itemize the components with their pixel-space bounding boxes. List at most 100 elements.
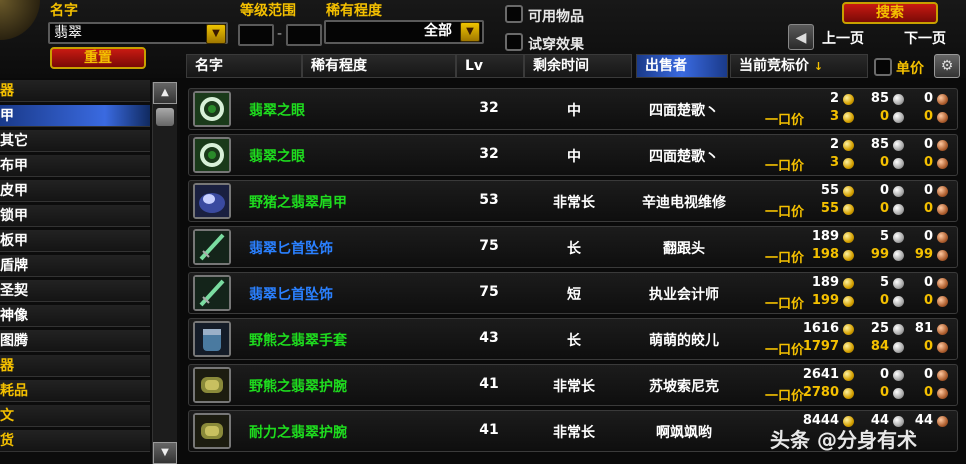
sidebar-item[interactable]: 器 [0, 80, 150, 102]
bid-amount: 189 [811, 229, 839, 244]
column-rarity[interactable]: 稀有程度 [302, 54, 456, 78]
sidebar-item[interactable]: 货 [0, 430, 150, 452]
item-seller: 萌萌的皎儿 [649, 333, 719, 349]
sidebar-item[interactable]: 皮甲 [0, 180, 150, 202]
column-lv[interactable]: Lv [456, 54, 524, 78]
buyout-amount: 0 [923, 339, 933, 354]
item-name: 野熊之翡翠护腕 [249, 379, 347, 395]
column-seller[interactable]: 出售者 [636, 54, 728, 78]
shoulder-icon[interactable] [193, 183, 231, 219]
next-page-label[interactable]: 下一页 [904, 28, 946, 48]
gold-coin-icon [843, 296, 854, 307]
copper-coin-icon [937, 416, 948, 427]
sidebar-item[interactable]: 锁甲 [0, 205, 150, 227]
gauntlet-icon[interactable] [193, 321, 231, 357]
table-row[interactable]: 翡翠匕首坠饰 75 短 执业会计师 189 5 0 199 0 0 一口价 [188, 272, 958, 314]
item-time-left: 非常长 [553, 425, 595, 441]
buyout-amount: 0 [879, 201, 889, 216]
unit-price-checkbox[interactable] [874, 58, 892, 76]
ring-icon[interactable] [193, 91, 231, 127]
table-row[interactable]: 翡翠之眼 32 中 四面楚歌丶 2 85 0 3 0 0 一口价 [188, 134, 958, 176]
prev-page-label[interactable]: 上一页 [822, 28, 864, 48]
silver-coin-icon [893, 278, 904, 289]
item-time-left: 中 [567, 149, 581, 165]
table-row[interactable]: 翡翠匕首坠饰 75 长 翻跟头 189 5 0 198 99 99 一口价 [188, 226, 958, 268]
sidebar-item[interactable]: 盾牌 [0, 255, 150, 277]
bracer-icon[interactable] [193, 413, 231, 449]
item-seller: 苏坡索尼克 [649, 379, 719, 395]
item-name: 翡翠之眼 [249, 149, 305, 165]
table-row[interactable]: 野猪之翡翠肩甲 53 非常长 辛迪电视维修 55 0 0 55 0 0 一口价 [188, 180, 958, 222]
prev-page-icon[interactable]: ◀ [788, 24, 814, 50]
name-dropdown-icon[interactable]: ▼ [206, 24, 226, 44]
column-time[interactable]: 剩余时间 [524, 54, 632, 78]
bid-amount: 0 [879, 367, 889, 382]
scroll-thumb[interactable] [156, 108, 174, 126]
watermark: 头条 @分身有术 [770, 428, 917, 452]
ring-icon[interactable] [193, 137, 231, 173]
bid-amount: 0 [923, 275, 933, 290]
table-row[interactable]: 翡翠之眼 32 中 四面楚歌丶 2 85 0 3 0 0 一口价 [188, 88, 958, 130]
sidebar-item[interactable]: 甲 [0, 105, 150, 127]
bid-amount: 0 [923, 367, 933, 382]
buyout-amount: 198 [811, 247, 839, 262]
buyout-label: 一口价 [765, 251, 805, 266]
table-row[interactable]: 野熊之翡翠护腕 41 非常长 苏坡索尼克 2641 0 0 2780 0 0 一口价 [188, 364, 958, 406]
copper-coin-icon [937, 388, 948, 399]
sidebar-item[interactable]: 其它 [0, 130, 150, 152]
gold-coin-icon [843, 388, 854, 399]
buyout-label: 一口价 [765, 113, 805, 128]
rarity-dropdown-icon[interactable]: ▼ [460, 22, 480, 42]
buyout-amount: 2780 [802, 385, 839, 400]
sidebar-item[interactable]: 文 [0, 405, 150, 427]
bracer-icon[interactable] [193, 367, 231, 403]
sidebar-item[interactable]: 耗品 [0, 380, 150, 402]
scroll-up-icon[interactable]: ▲ [153, 82, 177, 104]
buyout-amount: 84 [870, 339, 889, 354]
usable-checkbox[interactable] [505, 5, 523, 23]
dagger-icon[interactable] [193, 229, 231, 265]
bid-amount: 189 [811, 275, 839, 290]
silver-coin-icon [893, 324, 904, 335]
bid-amount: 85 [870, 91, 889, 106]
column-bid[interactable]: 当前竞标价 ↓ [730, 54, 868, 78]
bid-amount: 0 [923, 137, 933, 152]
item-seller: 四面楚歌丶 [649, 149, 719, 165]
sidebar-scrollbar[interactable]: ▲ ▼ [152, 82, 177, 464]
gold-coin-icon [843, 278, 854, 289]
bid-amount: 0 [923, 91, 933, 106]
sidebar-item[interactable]: 布甲 [0, 155, 150, 177]
buyout-amount: 1797 [802, 339, 839, 354]
tryon-checkbox[interactable] [505, 33, 523, 51]
level-min-input[interactable] [238, 24, 274, 46]
gold-coin-icon [843, 250, 854, 261]
copper-coin-icon [937, 296, 948, 307]
reset-button[interactable]: 重置 [50, 47, 146, 69]
item-seller: 执业会计师 [649, 287, 719, 303]
copper-coin-icon [937, 112, 948, 123]
scroll-down-icon[interactable]: ▼ [153, 442, 177, 464]
sidebar-item[interactable]: 器 [0, 355, 150, 377]
sidebar-item[interactable]: 神像 [0, 305, 150, 327]
level-max-input[interactable] [286, 24, 322, 46]
table-row[interactable]: 野熊之翡翠手套 43 长 萌萌的皎儿 1616 25 81 1797 84 0 一口价 [188, 318, 958, 360]
buyout-amount: 199 [811, 293, 839, 308]
item-time-left: 短 [567, 287, 581, 303]
item-level: 32 [479, 146, 499, 162]
dagger-icon[interactable] [193, 275, 231, 311]
sidebar-item[interactable]: 圣契 [0, 280, 150, 302]
search-button[interactable]: 搜索 [842, 2, 938, 24]
sidebar-item[interactable]: 板甲 [0, 230, 150, 252]
buyout-amount: 0 [879, 385, 889, 400]
copper-coin-icon [937, 342, 948, 353]
sidebar-item[interactable]: 图腾 [0, 330, 150, 352]
silver-coin-icon [893, 186, 904, 197]
gear-icon[interactable]: ⚙ [934, 54, 960, 78]
column-name[interactable]: 名字 [186, 54, 302, 78]
buyout-amount: 0 [879, 155, 889, 170]
buyout-label: 一口价 [765, 343, 805, 358]
name-search-input[interactable]: 翡翠 [48, 22, 228, 44]
item-level: 75 [479, 284, 499, 300]
silver-coin-icon [893, 342, 904, 353]
buyout-amount: 55 [820, 201, 839, 216]
